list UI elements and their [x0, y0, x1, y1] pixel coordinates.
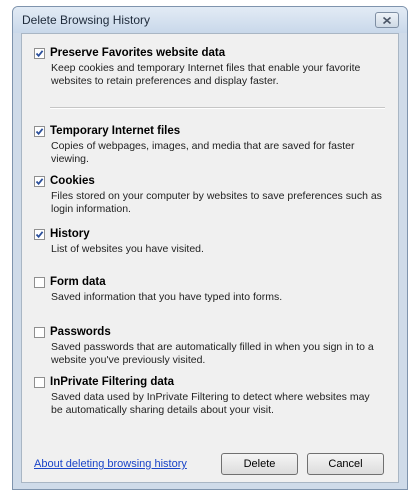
history-checkbox[interactable] [34, 228, 45, 240]
passwords-description: Saved passwords that are automatically f… [51, 341, 374, 366]
option-preserve-favorites: Preserve Favorites website data Keep coo… [34, 47, 384, 88]
close-button[interactable] [375, 12, 399, 28]
close-icon [382, 16, 392, 24]
delete-button[interactable]: Delete [221, 453, 298, 475]
option-inprivate-filtering: InPrivate Filtering data Saved data used… [34, 376, 384, 417]
form-data-label: Form data [50, 276, 106, 288]
divider [50, 107, 385, 109]
preserve-favorites-description: Keep cookies and temporary Internet file… [51, 62, 361, 87]
inprivate-filtering-label: InPrivate Filtering data [50, 376, 174, 388]
option-history: History List of websites you have visite… [34, 228, 384, 256]
cancel-button[interactable]: Cancel [307, 453, 384, 475]
title-bar: Delete Browsing History [13, 7, 407, 33]
checkmark-icon [35, 127, 44, 135]
preserve-favorites-checkbox[interactable] [34, 47, 45, 59]
preserve-favorites-label: Preserve Favorites website data [50, 47, 226, 59]
cookies-checkbox[interactable] [34, 175, 45, 187]
checkmark-icon [35, 49, 44, 57]
passwords-checkbox[interactable] [34, 326, 45, 338]
history-label: History [50, 228, 90, 240]
history-description: List of websites you have visited. [51, 243, 204, 255]
option-temporary-internet-files: Temporary Internet files Copies of webpa… [34, 125, 384, 166]
checkmark-icon [35, 230, 44, 238]
option-form-data: Form data Saved information that you hav… [34, 276, 384, 304]
form-data-checkbox[interactable] [34, 276, 45, 288]
dialog-title: Delete Browsing History [22, 13, 151, 27]
option-cookies: Cookies Files stored on your computer by… [34, 175, 384, 216]
temporary-internet-files-checkbox[interactable] [34, 125, 45, 137]
dialog-content: Preserve Favorites website data Keep coo… [21, 33, 399, 483]
about-deleting-history-link[interactable]: About deleting browsing history [34, 458, 187, 470]
temporary-internet-files-description: Copies of webpages, images, and media th… [51, 140, 355, 165]
passwords-label: Passwords [50, 326, 111, 338]
form-data-description: Saved information that you have typed in… [51, 291, 283, 303]
inprivate-filtering-checkbox[interactable] [34, 376, 45, 388]
checkmark-icon [35, 177, 44, 185]
cookies-description: Files stored on your computer by website… [51, 190, 382, 215]
delete-browsing-history-dialog: Delete Browsing History Preserve Favorit… [12, 6, 408, 490]
option-passwords: Passwords Saved passwords that are autom… [34, 326, 384, 367]
temporary-internet-files-label: Temporary Internet files [50, 125, 181, 137]
inprivate-filtering-description: Saved data used by InPrivate Filtering t… [51, 391, 370, 416]
cookies-label: Cookies [50, 175, 95, 187]
